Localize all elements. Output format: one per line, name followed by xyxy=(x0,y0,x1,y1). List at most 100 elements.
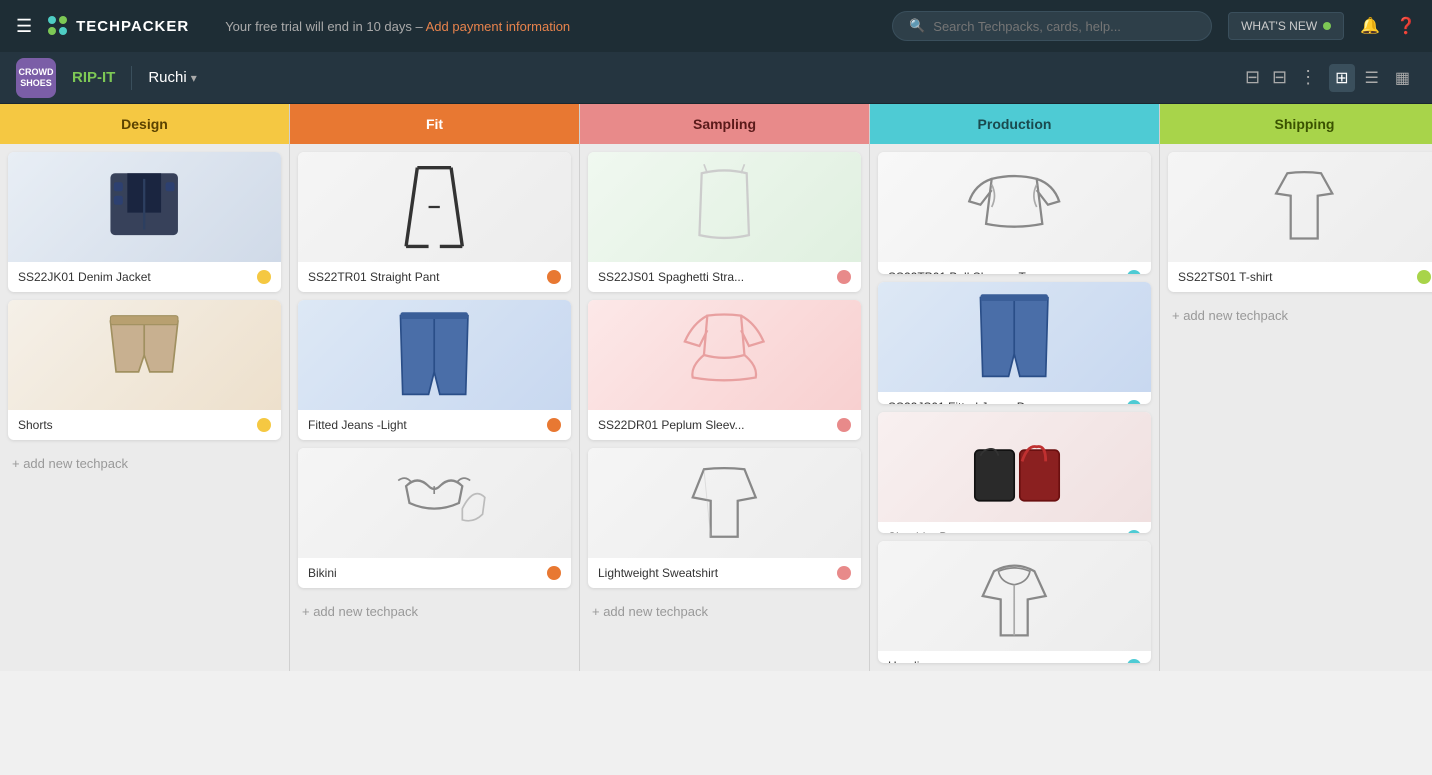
logo-dot-4 xyxy=(59,27,67,35)
card-image-shorts xyxy=(8,300,281,410)
col-body-shipping: SS22TS01 T-shirt + add new techpack xyxy=(1160,144,1432,671)
hamburger-menu[interactable]: ☰ xyxy=(16,16,32,37)
logo-area: TECHPACKER xyxy=(48,16,189,36)
help-icon[interactable]: ❓ xyxy=(1396,16,1416,36)
logo-dot-3 xyxy=(48,27,56,35)
card-label-bikini: Bikini xyxy=(308,566,337,580)
card-footer-bikini: Bikini xyxy=(298,558,571,588)
status-dot-bikini xyxy=(547,566,561,580)
card-footer-shorts: Shorts xyxy=(8,410,281,440)
add-payment-link[interactable]: Add payment information xyxy=(426,19,571,34)
card-image-shoulderbag xyxy=(878,412,1151,522)
card-label-hoodie: Hoodie xyxy=(888,659,926,663)
techpack-card-hoodie[interactable]: Hoodie xyxy=(878,541,1151,663)
whats-new-dot xyxy=(1323,22,1331,30)
techpack-card-ss22jk01[interactable]: SS22JK01 Denim Jacket xyxy=(8,152,281,292)
card-image-lightweight xyxy=(588,448,861,558)
add-techpack-sampling[interactable]: + add new techpack xyxy=(588,596,861,627)
sort-icon[interactable]: ⊟ xyxy=(1272,67,1287,88)
add-techpack-shipping[interactable]: + add new techpack xyxy=(1168,300,1432,331)
status-dot-shoulderbag xyxy=(1127,530,1141,534)
card-footer-ss22js01fitted: SS22JS01 Fitted Jeans D... xyxy=(878,392,1151,404)
top-nav: ☰ TECHPACKER Your free trial will end in… xyxy=(0,0,1432,52)
logo-dot-2 xyxy=(59,16,67,24)
card-label-ss22tp01: SS22TP01 Bell Sleeves Top xyxy=(888,270,1038,274)
user-name[interactable]: Ruchi xyxy=(148,69,186,86)
col-body-production: SS22TP01 Bell Sleeves Top SS22JS01 Fitte… xyxy=(870,144,1159,671)
techpack-card-ss22dr01peplum[interactable]: SS22DR01 Peplum Sleev... xyxy=(588,300,861,440)
card-footer-ss22js01spaghetti: SS22JS01 Spaghetti Stra... xyxy=(588,262,861,292)
project-name[interactable]: RIP-IT xyxy=(72,69,115,86)
card-label-ss22jk01: SS22JK01 Denim Jacket xyxy=(18,270,151,284)
card-image-ss22js01fitted xyxy=(878,282,1151,392)
more-options-icon[interactable]: ⋮ xyxy=(1299,67,1317,88)
logo-text: TECHPACKER xyxy=(76,18,189,35)
col-body-sampling: SS22JS01 Spaghetti Stra... SS22DR01 Pepl… xyxy=(580,144,869,671)
add-techpack-design[interactable]: + add new techpack xyxy=(8,448,281,479)
techpack-card-ss22tp01[interactable]: SS22TP01 Bell Sleeves Top xyxy=(878,152,1151,274)
filter-icon[interactable]: ⊟ xyxy=(1245,67,1260,88)
chart-view-button[interactable]: ▦ xyxy=(1389,64,1416,92)
techpack-card-ss22ts01[interactable]: SS22TS01 T-shirt xyxy=(1168,152,1432,292)
col-header-sampling: Sampling xyxy=(580,104,869,144)
kanban-col-production: Production SS22TP01 Bell Sleeves Top SS2… xyxy=(870,104,1160,671)
col-header-production: Production xyxy=(870,104,1159,144)
techpack-card-bikini[interactable]: Bikini xyxy=(298,448,571,588)
card-image-ss22js01spaghetti xyxy=(588,152,861,262)
card-image-ss22tp01 xyxy=(878,152,1151,262)
search-input[interactable] xyxy=(933,19,1195,34)
status-dot-lightweight xyxy=(837,566,851,580)
card-label-shoulderbag: Shoulder Bag xyxy=(888,530,961,534)
techpack-card-ss22js01fitted[interactable]: SS22JS01 Fitted Jeans D... xyxy=(878,282,1151,404)
status-dot-ss22tr01 xyxy=(547,270,561,284)
col-body-design: SS22JK01 Denim Jacket Shorts + add new te… xyxy=(0,144,289,671)
card-footer-shoulderbag: Shoulder Bag xyxy=(878,522,1151,534)
whats-new-button[interactable]: WHAT'S NEW xyxy=(1228,12,1344,40)
chevron-down-icon[interactable]: ▾ xyxy=(191,71,197,85)
techpack-card-shorts[interactable]: Shorts xyxy=(8,300,281,440)
add-techpack-fit[interactable]: + add new techpack xyxy=(298,596,571,627)
sub-nav: CROWDSHOES RIP-IT Ruchi ▾ ⊟ ⊟ ⋮ ⊞ ☰ ▦ xyxy=(0,52,1432,104)
trial-notice: Your free trial will end in 10 days – Ad… xyxy=(225,19,570,34)
techpack-card-fittedjeans[interactable]: Fitted Jeans -Light xyxy=(298,300,571,440)
card-image-ss22dr01peplum xyxy=(588,300,861,410)
card-image-bikini xyxy=(298,448,571,558)
card-footer-ss22tp01: SS22TP01 Bell Sleeves Top xyxy=(878,262,1151,274)
card-label-ss22ts01: SS22TS01 T-shirt xyxy=(1178,270,1273,284)
techpack-card-lightweight[interactable]: Lightweight Sweatshirt xyxy=(588,448,861,588)
card-footer-ss22ts01: SS22TS01 T-shirt xyxy=(1168,262,1432,292)
col-body-fit: SS22TR01 Straight Pant Fitted Jeans -Lig… xyxy=(290,144,579,671)
card-label-shorts: Shorts xyxy=(18,418,53,432)
status-dot-ss22js01fitted xyxy=(1127,400,1141,404)
sub-nav-right: ⊟ ⊟ ⋮ ⊞ ☰ ▦ xyxy=(1245,64,1416,92)
card-footer-fittedjeans: Fitted Jeans -Light xyxy=(298,410,571,440)
col-header-shipping: Shipping xyxy=(1160,104,1432,144)
search-icon: 🔍 xyxy=(909,18,925,34)
techpack-card-ss22tr01[interactable]: SS22TR01 Straight Pant xyxy=(298,152,571,292)
search-bar: 🔍 xyxy=(892,11,1212,41)
card-image-hoodie xyxy=(878,541,1151,651)
card-label-fittedjeans: Fitted Jeans -Light xyxy=(308,418,407,432)
nav-divider xyxy=(131,66,132,90)
kanban-col-design: Design SS22JK01 Denim Jacket Shorts + add… xyxy=(0,104,290,671)
col-header-design: Design xyxy=(0,104,289,144)
status-dot-shorts xyxy=(257,418,271,432)
notification-bell[interactable]: 🔔 xyxy=(1360,16,1380,36)
card-label-ss22dr01peplum: SS22DR01 Peplum Sleev... xyxy=(598,418,745,432)
card-label-ss22js01fitted: SS22JS01 Fitted Jeans D... xyxy=(888,400,1035,404)
status-dot-fittedjeans xyxy=(547,418,561,432)
view-icons: ⊞ ☰ ▦ xyxy=(1329,64,1416,92)
nav-icons: 🔔 ❓ xyxy=(1360,16,1416,36)
card-footer-ss22tr01: SS22TR01 Straight Pant xyxy=(298,262,571,292)
card-label-ss22tr01: SS22TR01 Straight Pant xyxy=(308,270,439,284)
status-dot-ss22tp01 xyxy=(1127,270,1141,274)
card-label-lightweight: Lightweight Sweatshirt xyxy=(598,566,718,580)
status-dot-ss22jk01 xyxy=(257,270,271,284)
card-footer-lightweight: Lightweight Sweatshirt xyxy=(588,558,861,588)
techpack-card-shoulderbag[interactable]: Shoulder Bag xyxy=(878,412,1151,534)
kanban-col-shipping: Shipping SS22TS01 T-shirt + add new techp… xyxy=(1160,104,1432,671)
list-view-button[interactable]: ☰ xyxy=(1359,64,1385,92)
grid-view-button[interactable]: ⊞ xyxy=(1329,64,1354,92)
status-dot-hoodie xyxy=(1127,659,1141,663)
techpack-card-ss22js01spaghetti[interactable]: SS22JS01 Spaghetti Stra... xyxy=(588,152,861,292)
